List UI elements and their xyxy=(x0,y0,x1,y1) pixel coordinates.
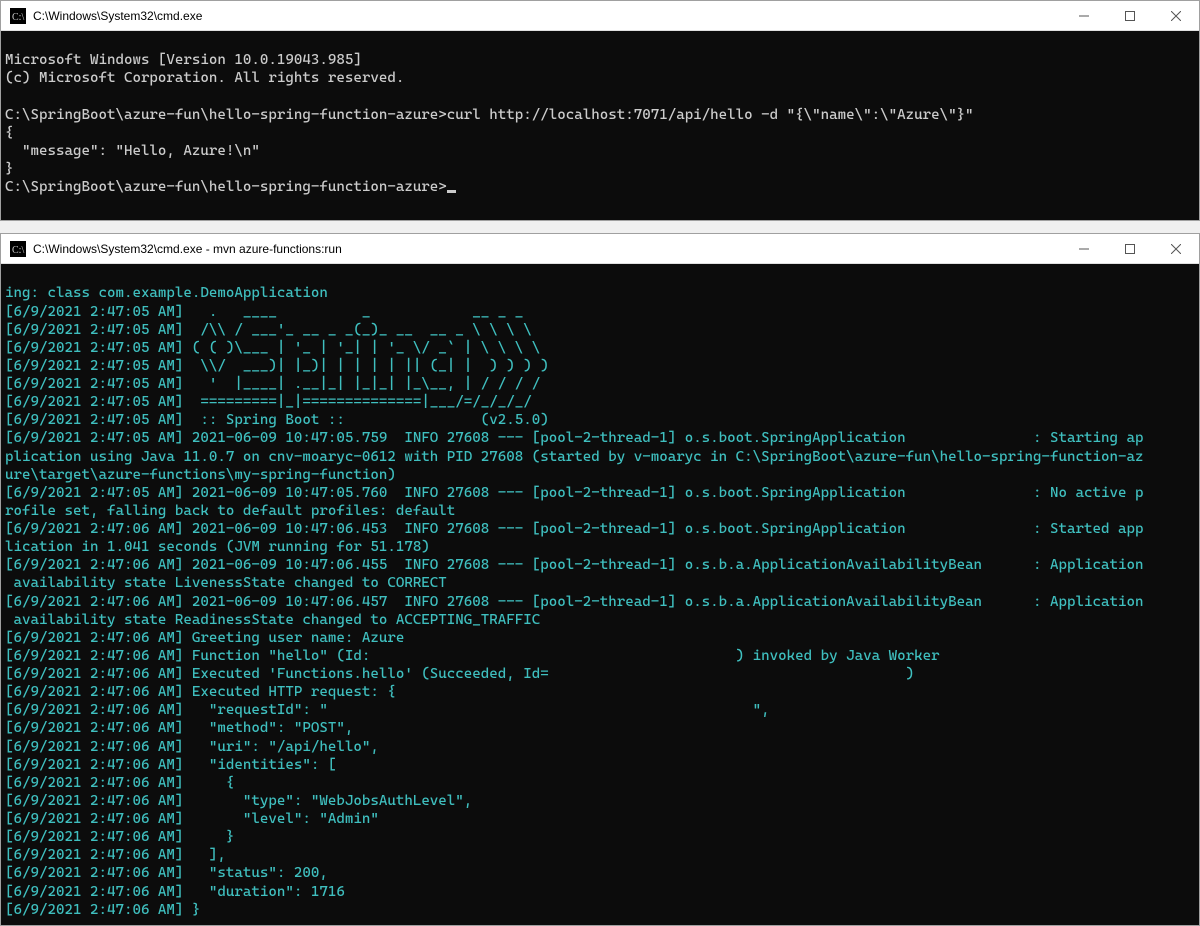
log-line: 2021-06-09 10:47:06.457 INFO 27608 --- [… xyxy=(183,594,1143,610)
window-title-1: C:\Windows\System32\cmd.exe xyxy=(33,9,1061,23)
cursor xyxy=(447,190,456,193)
cmd-icon: C:\ xyxy=(9,7,27,25)
log-line: 2021-06-09 10:47:05.759 INFO 27608 --- [… xyxy=(183,430,1143,446)
out-line: (c) Microsoft Corporation. All rights re… xyxy=(5,70,404,86)
out-line: Microsoft Windows [Version 10.0.19043.98… xyxy=(5,52,362,68)
timestamp: [6/9/2021 2:47:05 AM] xyxy=(5,376,183,392)
log-line: Executed 'Functions.hello' (Succeeded, I… xyxy=(183,666,914,682)
timestamp: [6/9/2021 2:47:06 AM] xyxy=(5,902,183,918)
svg-text:C:\: C:\ xyxy=(12,12,24,23)
cmd-window-1: C:\ C:\Windows\System32\cmd.exe Microsof… xyxy=(0,0,1200,221)
banner: ' |____| .__|_| |_|_| |_\__, | / / / / xyxy=(183,376,540,392)
out-line: C:\SpringBoot\azure-fun\hello-spring-fun… xyxy=(5,107,974,123)
log-line: "requestId": " ", xyxy=(183,702,769,718)
timestamp: [6/9/2021 2:47:06 AM] xyxy=(5,521,183,537)
titlebar-2[interactable]: C:\ C:\Windows\System32\cmd.exe - mvn az… xyxy=(1,234,1199,264)
log-line: "uri": "/api/hello", xyxy=(183,739,378,755)
timestamp: [6/9/2021 2:47:06 AM] xyxy=(5,793,183,809)
timestamp: [6/9/2021 2:47:06 AM] xyxy=(5,702,183,718)
log-line: availability state ReadinessState change… xyxy=(5,612,540,628)
terminal-body-1[interactable]: Microsoft Windows [Version 10.0.19043.98… xyxy=(1,31,1199,220)
log-line: "duration": 1716 xyxy=(183,884,344,900)
log-line: { xyxy=(183,775,234,791)
timestamp: [6/9/2021 2:47:06 AM] xyxy=(5,757,183,773)
timestamp: [6/9/2021 2:47:06 AM] xyxy=(5,648,183,664)
log-line: Function "hello" (Id: ) invoked by Java … xyxy=(183,648,939,664)
log-line: Executed HTTP request: { xyxy=(183,684,395,700)
timestamp: [6/9/2021 2:47:06 AM] xyxy=(5,630,183,646)
log-line: } xyxy=(183,829,234,845)
timestamp: [6/9/2021 2:47:05 AM] xyxy=(5,412,183,428)
maximize-button[interactable] xyxy=(1107,1,1153,31)
timestamp: [6/9/2021 2:47:06 AM] xyxy=(5,811,183,827)
log-line: lication in 1.041 seconds (JVM running f… xyxy=(5,539,430,555)
out-line: } xyxy=(5,161,14,177)
log-line: ing: class com.example.DemoApplication xyxy=(5,285,328,301)
svg-text:C:\: C:\ xyxy=(12,245,24,256)
log-line: "type": "WebJobsAuthLevel", xyxy=(183,793,472,809)
timestamp: [6/9/2021 2:47:06 AM] xyxy=(5,739,183,755)
timestamp: [6/9/2021 2:47:05 AM] xyxy=(5,358,183,374)
log-line: 2021-06-09 10:47:05.760 INFO 27608 --- [… xyxy=(183,485,1143,501)
banner: /\\ / ___'_ __ _ _(_)_ __ __ _ \ \ \ \ xyxy=(183,322,531,338)
timestamp: [6/9/2021 2:47:06 AM] xyxy=(5,666,183,682)
log-line: } xyxy=(183,902,200,918)
log-line: ure\target\azure-functions\my-spring-fun… xyxy=(5,467,396,483)
timestamp: [6/9/2021 2:47:06 AM] xyxy=(5,557,183,573)
banner: . ____ _ __ _ _ xyxy=(183,304,523,320)
log-line: Greeting user name: Azure xyxy=(183,630,404,646)
close-button[interactable] xyxy=(1153,1,1199,31)
timestamp: [6/9/2021 2:47:05 AM] xyxy=(5,485,183,501)
cmd-icon: C:\ xyxy=(9,240,27,258)
timestamp: [6/9/2021 2:47:06 AM] xyxy=(5,775,183,791)
banner: \\/ ___)| |_)| | | | | || (_| | ) ) ) ) xyxy=(183,358,548,374)
out-line: { xyxy=(5,125,14,141)
timestamp: [6/9/2021 2:47:05 AM] xyxy=(5,340,183,356)
timestamp: [6/9/2021 2:47:05 AM] xyxy=(5,430,183,446)
log-line: plication using Java 11.0.7 on cnv-moary… xyxy=(5,449,1143,465)
timestamp: [6/9/2021 2:47:06 AM] xyxy=(5,865,183,881)
banner: =========|_|==============|___/=/_/_/_/ xyxy=(183,394,531,410)
log-line: "method": "POST", xyxy=(183,720,353,736)
terminal-body-2[interactable]: ing: class com.example.DemoApplication [… xyxy=(1,264,1199,925)
titlebar-1[interactable]: C:\ C:\Windows\System32\cmd.exe xyxy=(1,1,1199,31)
prompt-line: C:\SpringBoot\azure-fun\hello-spring-fun… xyxy=(5,179,447,195)
log-line: 2021-06-09 10:47:06.455 INFO 27608 --- [… xyxy=(183,557,1143,573)
log-line: 2021-06-09 10:47:06.453 INFO 27608 --- [… xyxy=(183,521,1143,537)
timestamp: [6/9/2021 2:47:05 AM] xyxy=(5,322,183,338)
banner: ( ( )\___ | '_ | '_| | '_ \/ _` | \ \ \ … xyxy=(183,340,540,356)
out-line: "message": "Hello, Azure!\n" xyxy=(5,143,260,159)
minimize-button[interactable] xyxy=(1061,1,1107,31)
timestamp: [6/9/2021 2:47:06 AM] xyxy=(5,847,183,863)
timestamp: [6/9/2021 2:47:06 AM] xyxy=(5,884,183,900)
log-line: "identities": [ xyxy=(183,757,336,773)
banner: :: Spring Boot :: (v2.5.0) xyxy=(183,412,548,428)
log-line: rofile set, falling back to default prof… xyxy=(5,503,455,519)
log-line: availability state LivenessState changed… xyxy=(5,575,447,591)
timestamp: [6/9/2021 2:47:06 AM] xyxy=(5,829,183,845)
maximize-button[interactable] xyxy=(1107,234,1153,264)
timestamp: [6/9/2021 2:47:06 AM] xyxy=(5,684,183,700)
close-button[interactable] xyxy=(1153,234,1199,264)
log-line: ], xyxy=(183,847,225,863)
timestamp: [6/9/2021 2:47:05 AM] xyxy=(5,304,183,320)
log-line: "level": "Admin" xyxy=(183,811,378,827)
window-title-2: C:\Windows\System32\cmd.exe - mvn azure-… xyxy=(33,242,1061,256)
minimize-button[interactable] xyxy=(1061,234,1107,264)
timestamp: [6/9/2021 2:47:06 AM] xyxy=(5,720,183,736)
cmd-window-2: C:\ C:\Windows\System32\cmd.exe - mvn az… xyxy=(0,233,1200,926)
timestamp: [6/9/2021 2:47:05 AM] xyxy=(5,394,183,410)
log-line: "status": 200, xyxy=(183,865,327,881)
timestamp: [6/9/2021 2:47:06 AM] xyxy=(5,594,183,610)
